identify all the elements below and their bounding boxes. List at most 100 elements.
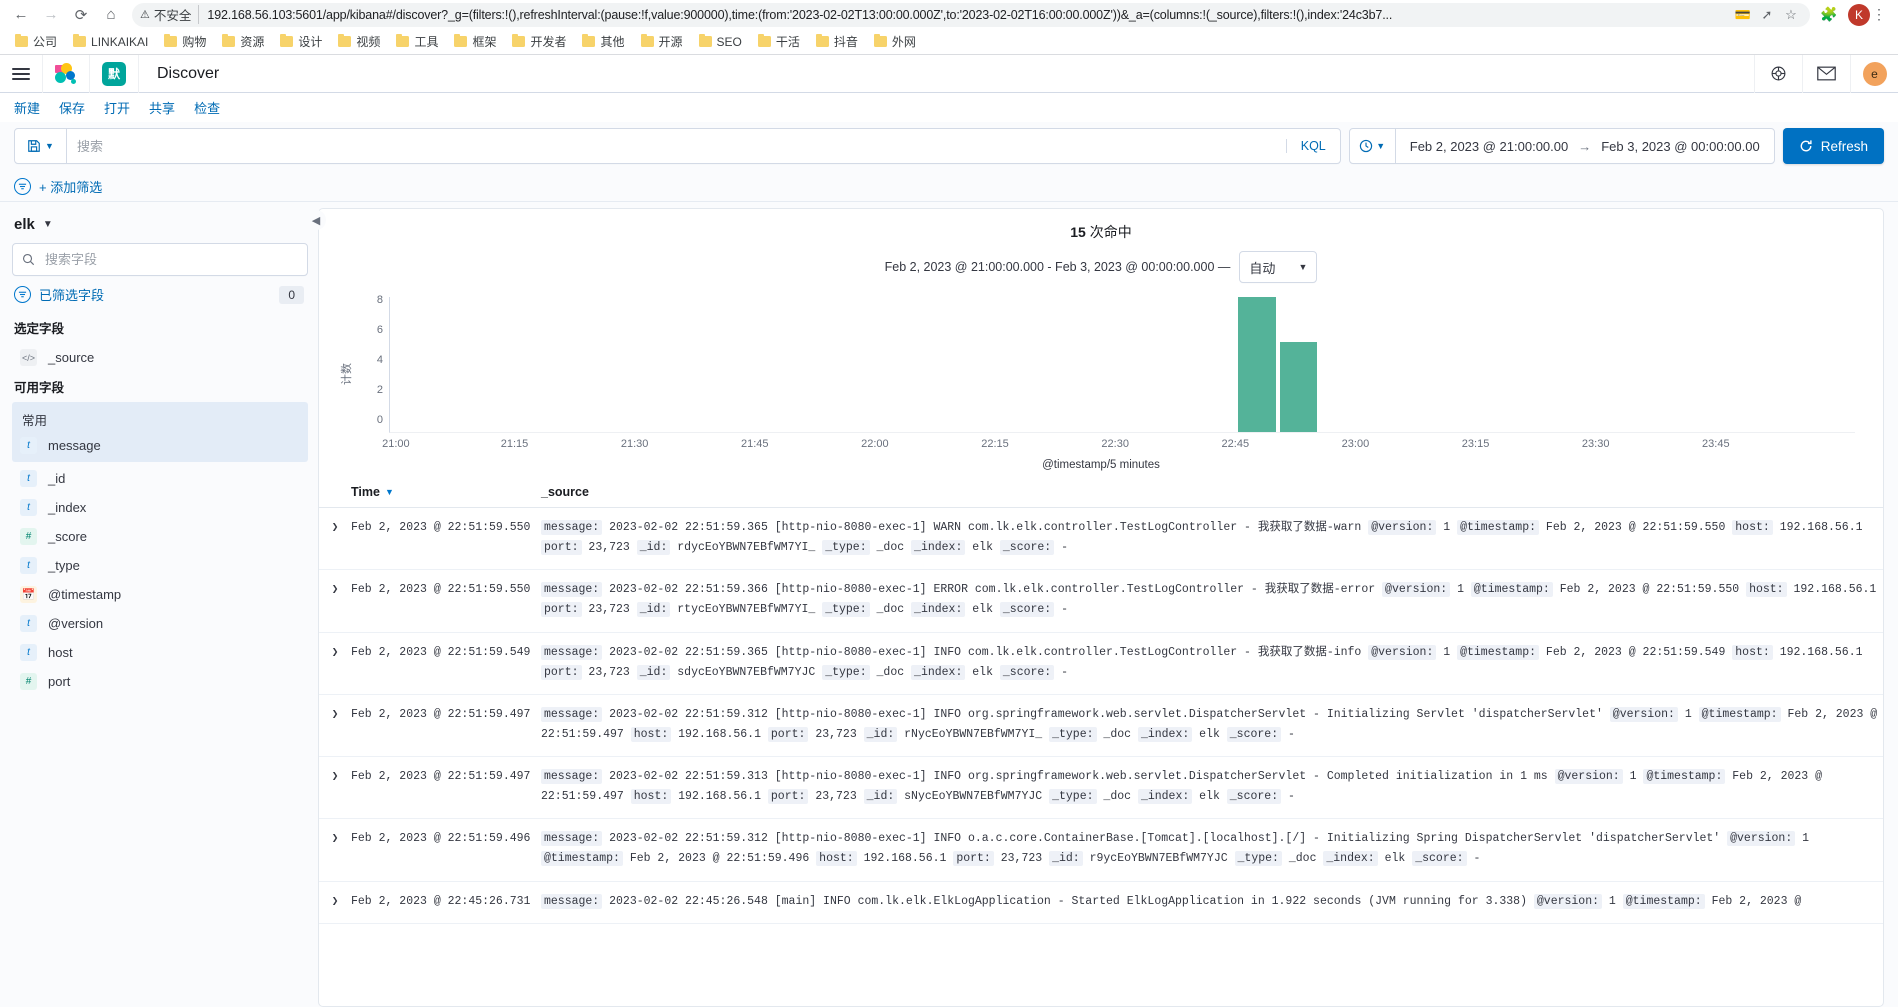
bookmark-item[interactable]: 工具	[389, 31, 445, 52]
folder-icon	[15, 33, 28, 47]
expand-column-header	[319, 485, 351, 499]
sort-desc-icon[interactable]: ▼	[385, 487, 394, 497]
histogram-bar[interactable]	[1238, 297, 1276, 432]
expand-row-icon[interactable]: ❯	[319, 643, 351, 683]
bookmark-item[interactable]: SEO	[692, 33, 749, 51]
search-input[interactable]	[67, 129, 1286, 163]
x-tick: 23:15	[1461, 438, 1490, 450]
extensions-puzzle-icon[interactable]: 🧩	[1816, 2, 1842, 28]
query-language-badge[interactable]: KQL	[1285, 139, 1340, 153]
bookmark-item[interactable]: 资源	[215, 31, 271, 52]
field-key: _score:	[1226, 726, 1282, 742]
table-row[interactable]: ❯ Feb 2, 2023 @ 22:51:59.496 message: 20…	[319, 819, 1883, 882]
topnav-share[interactable]: 共享	[149, 98, 175, 117]
date-start[interactable]: Feb 2, 2023 @ 21:00:00.00	[1410, 139, 1568, 154]
field-item-timestamp[interactable]: 📅 @timestamp	[12, 580, 308, 609]
chrome-profile-avatar[interactable]: K	[1848, 3, 1870, 26]
field-search-input[interactable]	[43, 251, 298, 268]
security-warning-badge[interactable]: ⚠ 不安全	[140, 5, 200, 24]
field-search-box[interactable]	[12, 243, 308, 276]
field-item-score[interactable]: # _score	[12, 522, 308, 551]
bookmark-item[interactable]: LINKAIKAI	[66, 33, 155, 51]
field-key: _type:	[822, 602, 870, 618]
interval-select[interactable]: 自动 ▼	[1239, 251, 1318, 283]
home-icon[interactable]: ⌂	[96, 2, 126, 28]
table-row[interactable]: ❯ Feb 2, 2023 @ 22:51:59.550 message: 20…	[319, 508, 1883, 571]
filtered-fields-toggle[interactable]: 已筛选字段 0	[12, 276, 308, 313]
reload-icon[interactable]: ⟳	[66, 2, 96, 28]
available-fields-title: 可用字段	[14, 381, 65, 395]
date-end[interactable]: Feb 3, 2023 @ 00:00:00.00	[1601, 139, 1759, 154]
chrome-menu-icon[interactable]: ⋮	[1870, 6, 1888, 23]
news-mail-icon[interactable]	[1802, 54, 1850, 93]
field-item-source[interactable]: </> _source	[12, 343, 308, 372]
histogram-bar[interactable]	[1279, 341, 1318, 432]
table-row[interactable]: ❯ Feb 2, 2023 @ 22:51:59.549 message: 20…	[319, 633, 1883, 695]
table-row[interactable]: ❯ Feb 2, 2023 @ 22:51:59.497 message: 20…	[319, 757, 1883, 820]
time-column-header[interactable]: Time ▼	[351, 485, 541, 499]
elastic-logo-button[interactable]	[43, 54, 90, 93]
field-key: _type:	[1049, 789, 1097, 805]
expand-row-icon[interactable]: ❯	[319, 892, 351, 912]
y-axis-label: 计数	[341, 363, 353, 385]
field-key: @timestamp:	[1698, 706, 1781, 722]
topnav-open[interactable]: 打开	[104, 98, 130, 117]
expand-row-icon[interactable]: ❯	[319, 829, 351, 869]
share-icon[interactable]: ➚	[1756, 4, 1778, 26]
field-item-type[interactable]: t _type	[12, 551, 308, 580]
expand-row-icon[interactable]: ❯	[319, 518, 351, 558]
field-name: @version	[48, 616, 104, 631]
bookmark-item[interactable]: 开源	[634, 31, 690, 52]
bookmark-item[interactable]: 设计	[273, 31, 329, 52]
quick-select-button[interactable]: ▼	[1350, 129, 1396, 163]
forward-icon[interactable]: →	[36, 2, 66, 28]
table-row[interactable]: ❯ Feb 2, 2023 @ 22:51:59.550 message: 20…	[319, 570, 1883, 633]
string-field-icon: t	[20, 499, 37, 516]
topnav-new[interactable]: 新建	[14, 98, 40, 117]
date-range-display[interactable]: Feb 2, 2023 @ 21:00:00.00 → Feb 3, 2023 …	[1396, 139, 1774, 154]
topnav-inspect[interactable]: 检查	[194, 98, 220, 117]
add-filter-button[interactable]: + 添加筛选	[39, 177, 102, 196]
field-value: 2023-02-02 22:51:59.312 [http-nio-8080-e…	[609, 832, 1721, 846]
field-item-message[interactable]: t message	[12, 431, 308, 460]
space-selector[interactable]: 默	[90, 54, 139, 93]
bookmark-item[interactable]: 购物	[157, 31, 213, 52]
bookmark-item[interactable]: 开发者	[505, 31, 573, 52]
bookmark-item[interactable]: 干活	[751, 31, 807, 52]
field-item-index[interactable]: t _index	[12, 493, 308, 522]
nav-menu-button[interactable]	[0, 54, 43, 93]
index-pattern-selector[interactable]: elk ▼	[12, 214, 308, 243]
address-bar[interactable]: ⚠ 不安全 192.168.56.103:5601/app/kibana#/di…	[132, 2, 1810, 27]
field-item-port[interactable]: # port	[12, 667, 308, 696]
bookmark-item[interactable]: 抖音	[809, 31, 865, 52]
filter-options-icon[interactable]	[14, 178, 31, 195]
saved-query-button[interactable]: ▼	[15, 129, 67, 163]
bookmark-item[interactable]: 框架	[447, 31, 503, 52]
table-row[interactable]: ❯ Feb 2, 2023 @ 22:45:26.731 message: 20…	[319, 882, 1883, 924]
refresh-button[interactable]: Refresh	[1782, 128, 1884, 164]
bookmark-item[interactable]: 外网	[867, 31, 923, 52]
table-row[interactable]: ❯ Feb 2, 2023 @ 22:51:59.497 message: 20…	[319, 695, 1883, 757]
field-key: _type:	[1049, 726, 1097, 742]
field-key: _index:	[1323, 851, 1378, 867]
expand-row-icon[interactable]: ❯	[319, 580, 351, 620]
field-item-host[interactable]: t host	[12, 638, 308, 667]
payment-card-icon[interactable]: 💳	[1732, 4, 1754, 26]
expand-row-icon[interactable]: ❯	[319, 705, 351, 745]
back-icon[interactable]: ←	[6, 2, 36, 28]
field-value: _doc	[876, 665, 905, 679]
field-item-id[interactable]: t _id	[12, 464, 308, 493]
histogram-chart[interactable]: 计数 0 2 4 6 8 21:00 21:15 21:30 21:45 22:…	[337, 293, 1865, 455]
field-key: _id:	[863, 789, 898, 805]
user-avatar[interactable]: e	[1850, 54, 1898, 93]
bookmark-item[interactable]: 视频	[331, 31, 387, 52]
bookmark-star-icon[interactable]: ☆	[1780, 4, 1802, 26]
bookmark-item[interactable]: 其他	[575, 31, 631, 52]
string-field-icon: t	[20, 644, 37, 661]
topnav-save[interactable]: 保存	[59, 98, 85, 117]
collapse-sidebar-button[interactable]: ◀	[306, 210, 326, 230]
field-item-version[interactable]: t @version	[12, 609, 308, 638]
bookmark-item[interactable]: 公司	[8, 31, 64, 52]
expand-row-icon[interactable]: ❯	[319, 767, 351, 807]
help-icon[interactable]	[1754, 54, 1802, 93]
